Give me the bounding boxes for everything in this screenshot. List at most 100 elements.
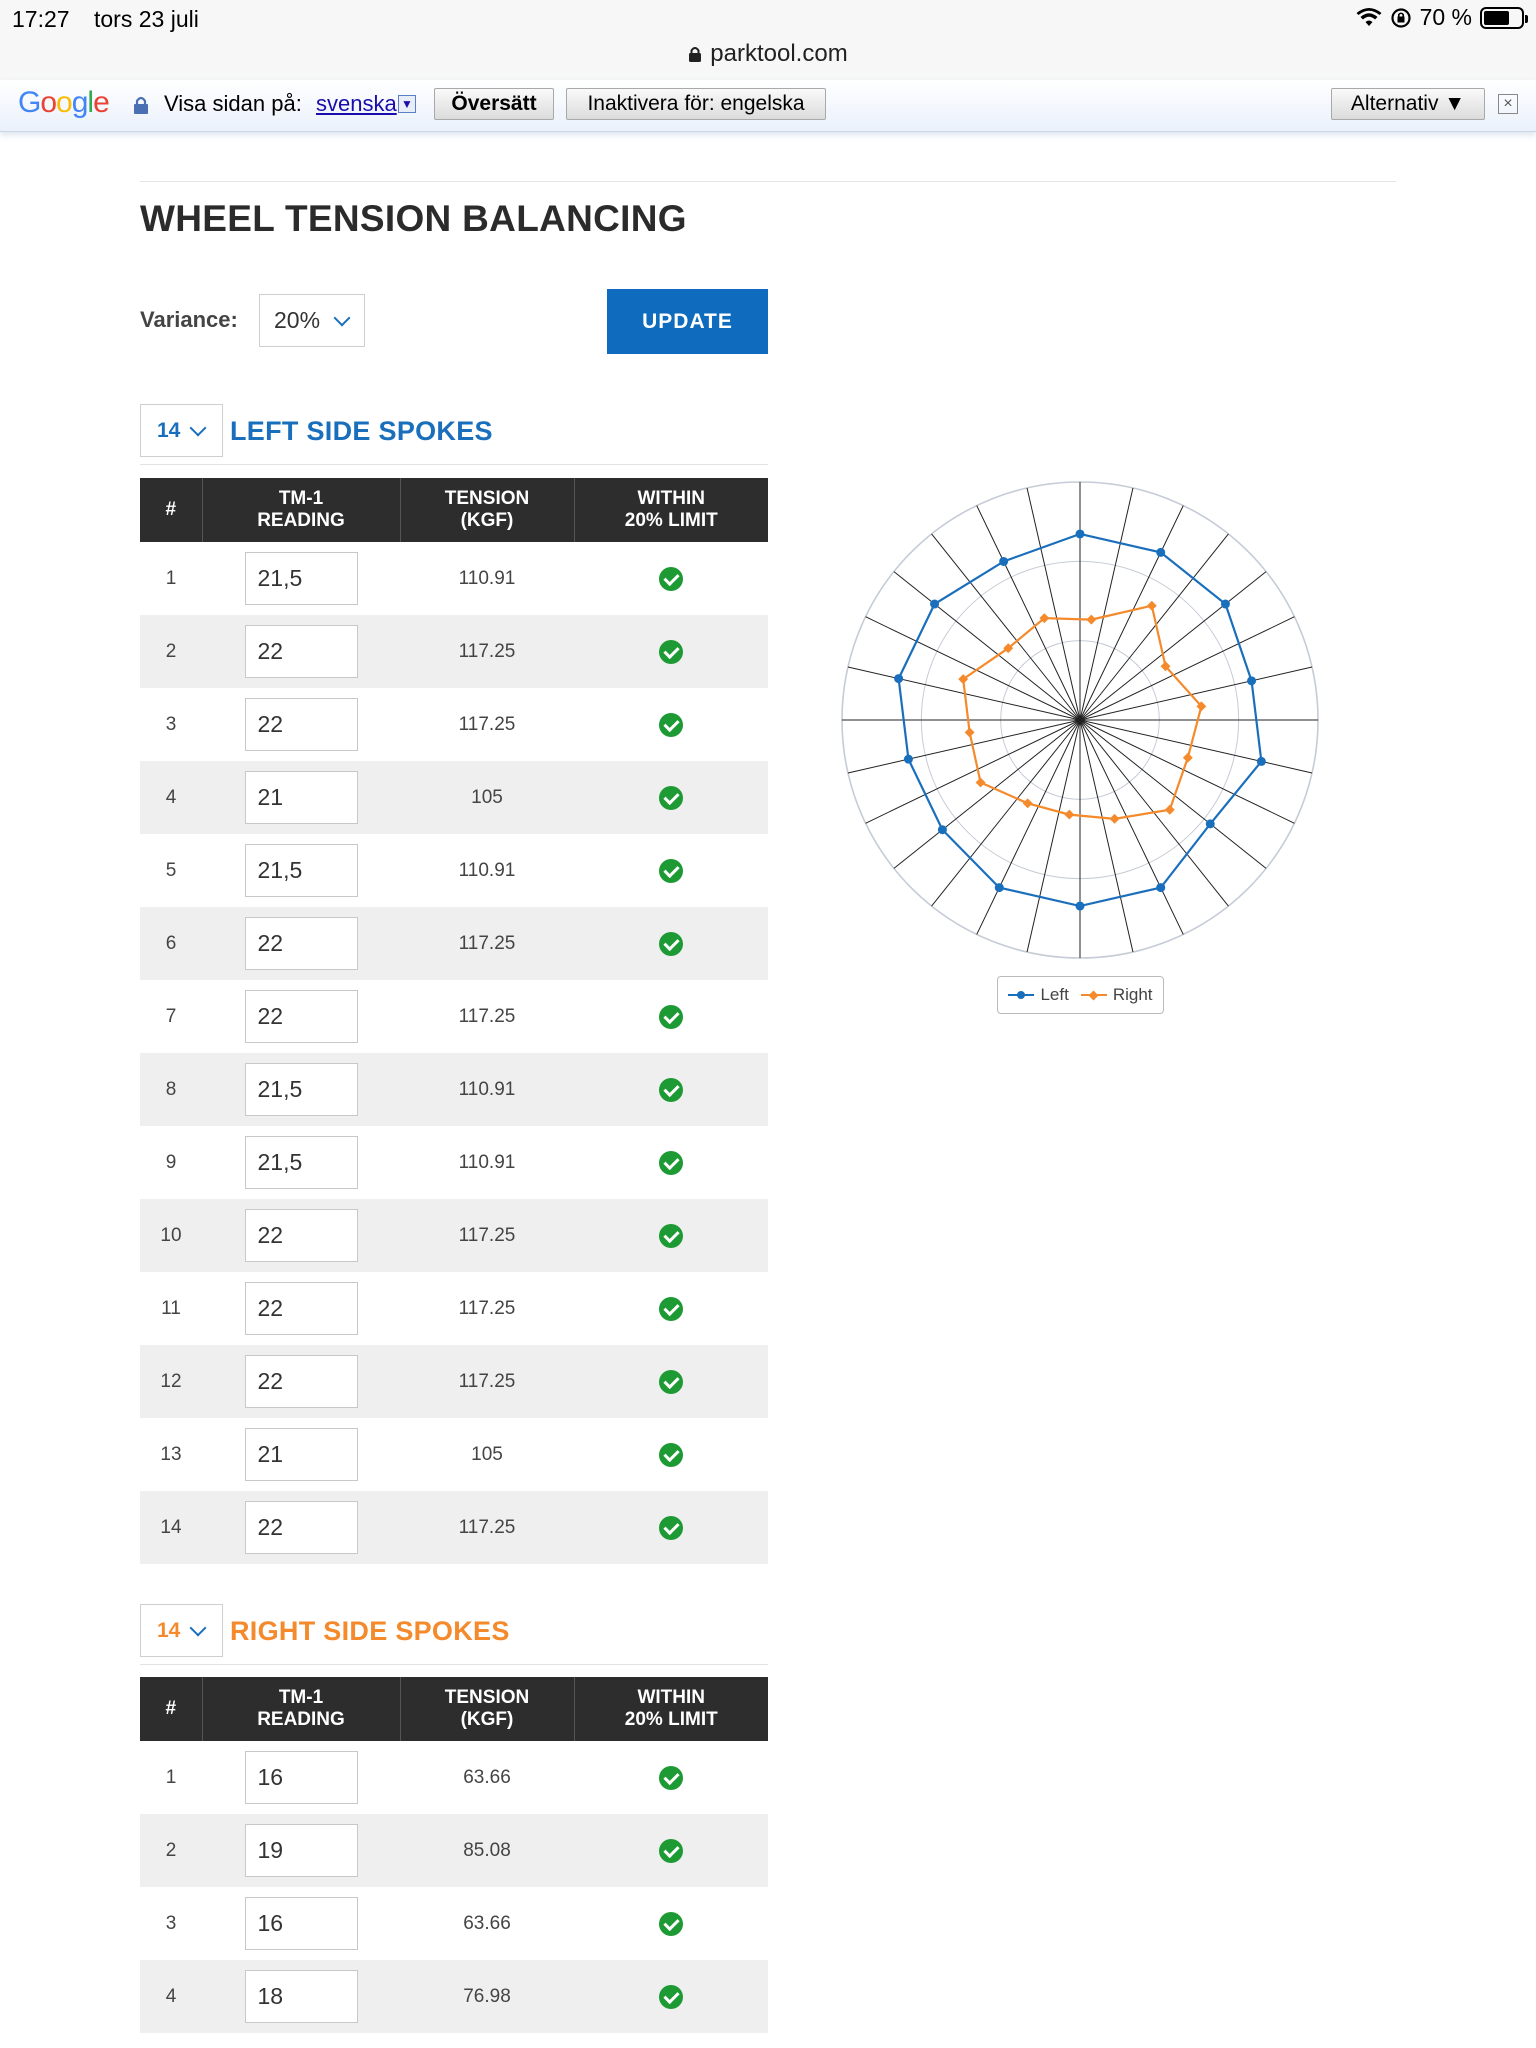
- series-left-point: [1220, 599, 1230, 609]
- spoke-axis-line: [1079, 719, 1134, 953]
- table-row: 285.08: [140, 1814, 768, 1887]
- within-limit-cell: [574, 1814, 768, 1887]
- spoke-number: 6: [165, 932, 177, 954]
- reading-cell: [202, 834, 400, 907]
- table-header-row: # TM-1 READING TENSION (KGF) WITHIN 20% LIM…: [140, 478, 768, 542]
- legend-item-right[interactable]: Right: [1080, 985, 1153, 1005]
- lock-icon: [689, 47, 702, 62]
- tm1-reading-input[interactable]: [244, 1209, 358, 1262]
- spoke-number: 4: [165, 786, 177, 808]
- spoke-number: 4: [165, 1985, 177, 2007]
- check-circle-icon: [659, 1296, 683, 1321]
- tm1-reading-input[interactable]: [244, 552, 358, 605]
- spoke-number: 13: [160, 1443, 182, 1465]
- update-button[interactable]: UPDATE: [607, 289, 768, 354]
- close-translate-bar-button[interactable]: ×: [1498, 94, 1518, 114]
- url-display[interactable]: parktool.com: [688, 40, 848, 68]
- series-right-point: [1064, 809, 1075, 820]
- translate-language-select[interactable]: svenska: [316, 91, 397, 117]
- tm1-reading-input[interactable]: [244, 625, 358, 678]
- tm1-reading-input[interactable]: [244, 1897, 358, 1950]
- tm1-reading-input[interactable]: [244, 917, 358, 970]
- status-time: 17:27: [12, 6, 70, 32]
- header-num: #: [140, 1677, 203, 1741]
- header-limit: WITHIN 20% LIMIT: [574, 478, 768, 542]
- check-circle-icon: [659, 858, 683, 883]
- tension-value: 117.25: [458, 932, 516, 954]
- tension-value: 63.66: [463, 1912, 511, 1934]
- series-left-point: [930, 599, 940, 609]
- spoke-number: 5: [165, 859, 177, 881]
- tm1-reading-input[interactable]: [244, 1355, 358, 1408]
- tm1-reading-input[interactable]: [244, 990, 358, 1043]
- left-spoke-count-select[interactable]: 14: [140, 404, 223, 457]
- within-limit-cell: [574, 1741, 768, 1814]
- tm1-reading-input[interactable]: [244, 1751, 358, 1804]
- tm1-reading-input[interactable]: [244, 1501, 358, 1554]
- check-circle-icon: [659, 931, 683, 956]
- right-side-title: RIGHT SIDE SPOKES: [230, 1616, 510, 1646]
- check-circle-icon: [659, 566, 683, 591]
- spoke-axis-line: [976, 505, 1081, 721]
- header-reading: TM-1 READING: [202, 478, 401, 542]
- series-right-point: [1109, 813, 1120, 824]
- right-spoke-count-select[interactable]: 14: [140, 1604, 223, 1657]
- within-limit-cell: [574, 1887, 768, 1960]
- reading-cell: [202, 1199, 400, 1272]
- table-row: 163.66: [140, 1741, 768, 1814]
- tm1-reading-input[interactable]: [244, 1136, 358, 1189]
- left-spokes-table: # TM-1 READING TENSION (KGF) WITHIN 20% LIM…: [140, 478, 768, 1564]
- check-circle-icon: [659, 639, 683, 664]
- spoke-number: 9: [165, 1151, 177, 1173]
- series-right-point: [1086, 614, 1097, 625]
- series-left-point: [1256, 756, 1266, 766]
- within-limit-cell: [574, 1960, 768, 2033]
- reading-cell: [202, 1418, 400, 1491]
- within-limit-cell: [574, 834, 768, 907]
- translate-options-button[interactable]: Alternativ ▼: [1331, 88, 1485, 120]
- legend-right-label: Right: [1112, 985, 1153, 1004]
- spoke-number: 7: [165, 1005, 177, 1027]
- rotation-lock-icon: [1390, 7, 1411, 28]
- table-row: 9 110.91: [140, 1126, 768, 1199]
- chart-legend: Left Right: [997, 976, 1164, 1014]
- reading-cell: [202, 688, 400, 761]
- spoke-number: 14: [160, 1516, 182, 1538]
- check-circle-icon: [659, 1515, 683, 1540]
- tm1-reading-input[interactable]: [244, 1428, 358, 1481]
- language-dropdown-icon[interactable]: ▼: [398, 95, 416, 113]
- check-circle-icon: [659, 1223, 683, 1248]
- reading-cell: [202, 1814, 400, 1887]
- within-limit-cell: [574, 1053, 768, 1126]
- check-circle-icon: [659, 1369, 683, 1394]
- variance-select[interactable]: 20%: [259, 294, 365, 347]
- tm1-reading-input[interactable]: [244, 1824, 358, 1877]
- disable-translate-button[interactable]: Inaktivera för: engelska: [566, 88, 826, 120]
- series-right-point: [1146, 600, 1157, 611]
- page-title: WHEEL TENSION BALANCING: [140, 198, 687, 239]
- tm1-reading-input[interactable]: [244, 698, 358, 751]
- tm1-reading-input[interactable]: [244, 771, 358, 824]
- table-row: 5 110.91: [140, 834, 768, 907]
- tension-value: 117.25: [458, 1516, 516, 1538]
- status-right: 70 %: [1356, 4, 1528, 31]
- spoke-number: 12: [160, 1370, 182, 1392]
- tm1-reading-input[interactable]: [244, 1282, 358, 1335]
- tm1-reading-input[interactable]: [244, 1970, 358, 2023]
- check-circle-icon: [659, 1442, 683, 1467]
- table-row: 8 110.91: [140, 1053, 768, 1126]
- table-header-row: # TM-1 READING TENSION (KGF) WITHIN 20% LIM…: [140, 1677, 768, 1741]
- tension-value: 117.25: [458, 1297, 516, 1319]
- address-bar[interactable]: parktool.com: [0, 40, 1536, 80]
- tension-value: 105: [471, 1443, 503, 1465]
- tm1-reading-input[interactable]: [244, 844, 358, 897]
- series-right-point: [964, 727, 975, 738]
- series-left-point: [894, 674, 904, 684]
- spoke-number: 2: [165, 1839, 177, 1861]
- spoke-number: 3: [165, 1912, 177, 1934]
- status-bar: 17:27 tors 23 juli 70 %: [0, 0, 1536, 40]
- legend-item-left[interactable]: Left: [1008, 985, 1069, 1005]
- tm1-reading-input[interactable]: [244, 1063, 358, 1116]
- table-row: 11 117.25: [140, 1272, 768, 1345]
- translate-button[interactable]: Översätt: [434, 88, 554, 120]
